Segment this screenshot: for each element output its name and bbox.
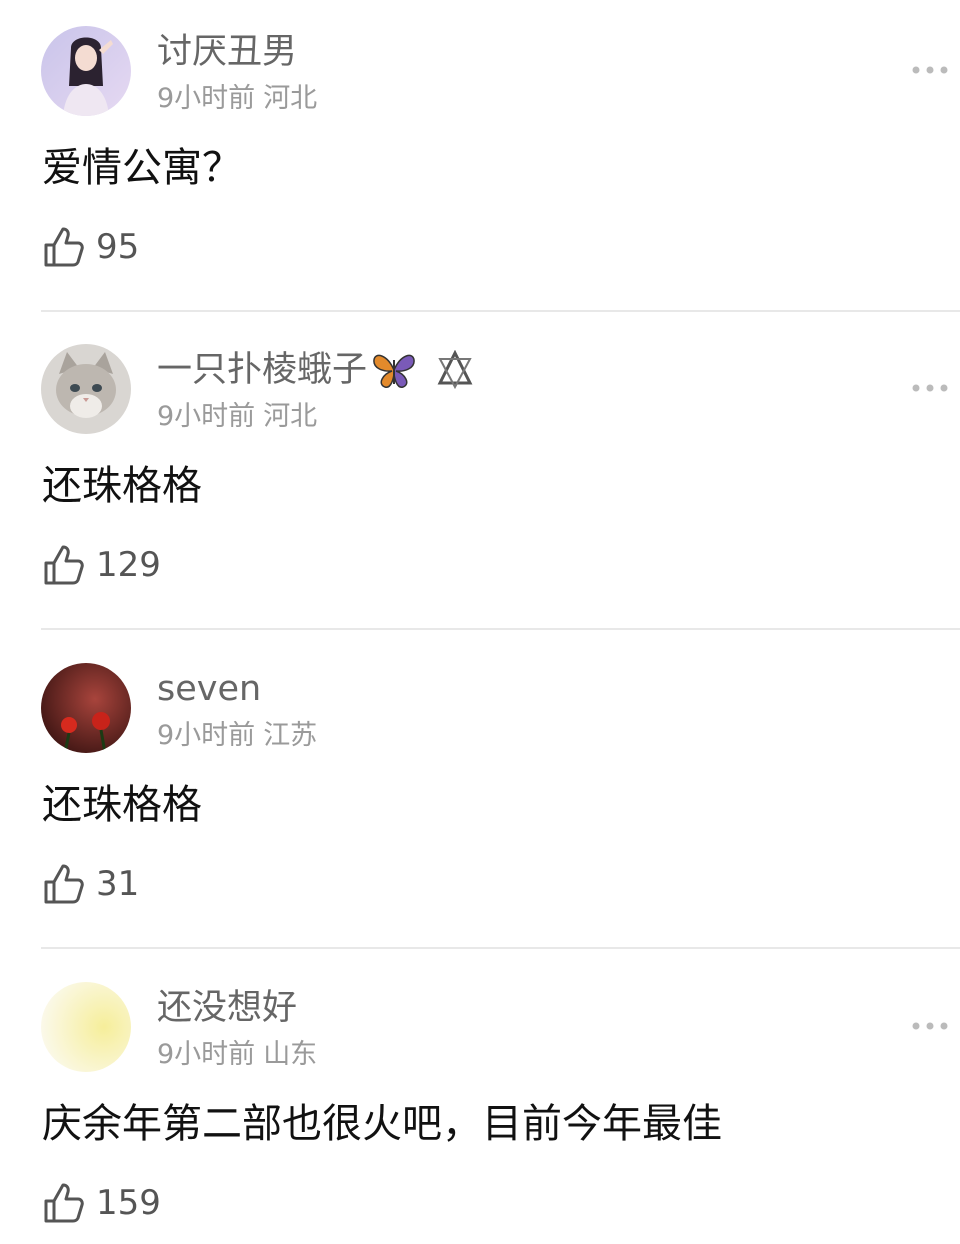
time-text: 9小时前: [157, 1039, 256, 1070]
comment-item: 一只扑棱蛾子 9小时前 河北 还珠格格 129: [0, 318, 960, 636]
more-options-button[interactable]: [910, 58, 950, 82]
comment-meta: 9小时前 河北: [157, 82, 317, 116]
like-button[interactable]: 159: [42, 1180, 161, 1226]
username-text: 还没想好: [157, 988, 298, 1028]
location-text: 河北: [263, 83, 318, 114]
username-text: 一只扑棱蛾子: [157, 350, 368, 390]
like-button[interactable]: 31: [42, 861, 139, 907]
girl-portrait-avatar: [41, 26, 131, 116]
comment-item: 讨厌丑男 9小时前 河北 爱情公寓？ 95: [0, 0, 960, 318]
like-count: 129: [96, 545, 161, 585]
ellipsis-icon: [912, 1022, 948, 1030]
comment-text: 庆余年第二部也很火吧，目前今年最佳: [42, 1101, 722, 1147]
divider: [41, 947, 960, 949]
pale-yellow-light-avatar: [41, 982, 131, 1072]
like-count: 95: [96, 227, 140, 267]
username[interactable]: 讨厌丑男: [157, 30, 297, 74]
like-button[interactable]: 95: [42, 224, 139, 270]
avatar[interactable]: [41, 982, 131, 1072]
comment-item: seven 9小时前 江苏 还珠格格 31: [0, 637, 960, 955]
star-badge-icon: [435, 350, 475, 390]
username[interactable]: seven: [157, 667, 261, 711]
username[interactable]: 一只扑棱蛾子: [157, 348, 475, 392]
thumbs-up-icon: [44, 545, 84, 585]
comment-feed: 讨厌丑男 9小时前 河北 爱情公寓？ 95 一只扑棱蛾子 9小时前 河北 还珠格…: [0, 0, 960, 1244]
time-text: 9小时前: [157, 83, 256, 114]
ellipsis-icon: [912, 66, 948, 74]
username-text: seven: [157, 669, 262, 709]
location-text: 河北: [263, 401, 318, 432]
like-button[interactable]: 129: [42, 542, 161, 588]
comment-text: 还珠格格: [42, 782, 202, 828]
gray-cat-avatar: [41, 344, 131, 434]
red-roses-avatar: [41, 663, 131, 753]
comment-meta: 9小时前 河北: [157, 400, 317, 434]
butterfly-icon: [371, 350, 417, 390]
username[interactable]: 还没想好: [157, 986, 297, 1030]
ellipsis-icon: [912, 384, 948, 392]
time-text: 9小时前: [157, 720, 256, 751]
avatar[interactable]: [41, 26, 131, 116]
more-options-button[interactable]: [910, 1014, 950, 1038]
username-text: 讨厌丑男: [157, 32, 298, 72]
comment-meta: 9小时前 江苏: [157, 719, 317, 753]
like-count: 31: [96, 864, 140, 904]
thumbs-up-icon: [44, 1183, 84, 1223]
more-options-button[interactable]: [910, 376, 950, 400]
comment-item: 还没想好 9小时前 山东 庆余年第二部也很火吧，目前今年最佳 159: [0, 956, 960, 1244]
like-count: 159: [96, 1183, 161, 1223]
location-text: 江苏: [263, 720, 318, 751]
avatar[interactable]: [41, 344, 131, 434]
thumbs-up-icon: [44, 864, 84, 904]
time-text: 9小时前: [157, 401, 256, 432]
divider: [41, 310, 960, 312]
divider: [41, 628, 960, 630]
comment-meta: 9小时前 山东: [157, 1038, 317, 1072]
location-text: 山东: [263, 1039, 318, 1070]
thumbs-up-icon: [44, 227, 84, 267]
avatar[interactable]: [41, 663, 131, 753]
comment-text: 爱情公寓？: [42, 145, 242, 191]
comment-text: 还珠格格: [42, 463, 202, 509]
